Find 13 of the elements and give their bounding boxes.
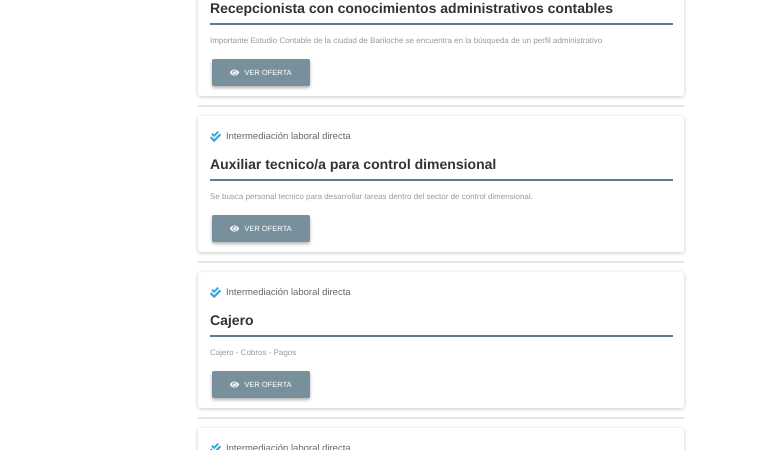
offer-title: Recepcionista con conocimientos administrativos contables: [210, 0, 673, 25]
offer-description: Se busca personal tecnico para desarrollar tareas dentro del sector de control dimensional.: [210, 191, 533, 203]
offer-title: Cajero: [210, 312, 673, 337]
offer-description: Importante Estudio Contable de la ciudad de Bariloche se encuentra en la búsqueda de un perfil administrativo: [210, 35, 602, 47]
double-check-icon: [210, 130, 221, 142]
offer-tag: Intermediación laboral directa: [226, 130, 351, 142]
double-check-icon: [210, 286, 221, 298]
offer-title: Auxiliar tecnico/a para control dimensional: [210, 156, 673, 181]
eye-icon: [230, 224, 240, 233]
offer-tag: Intermediación laboral directa: [226, 286, 351, 298]
eye-icon: [230, 380, 240, 389]
eye-icon: [230, 68, 240, 77]
offer-description: Cajero - Cobros - Pagos: [210, 347, 296, 359]
